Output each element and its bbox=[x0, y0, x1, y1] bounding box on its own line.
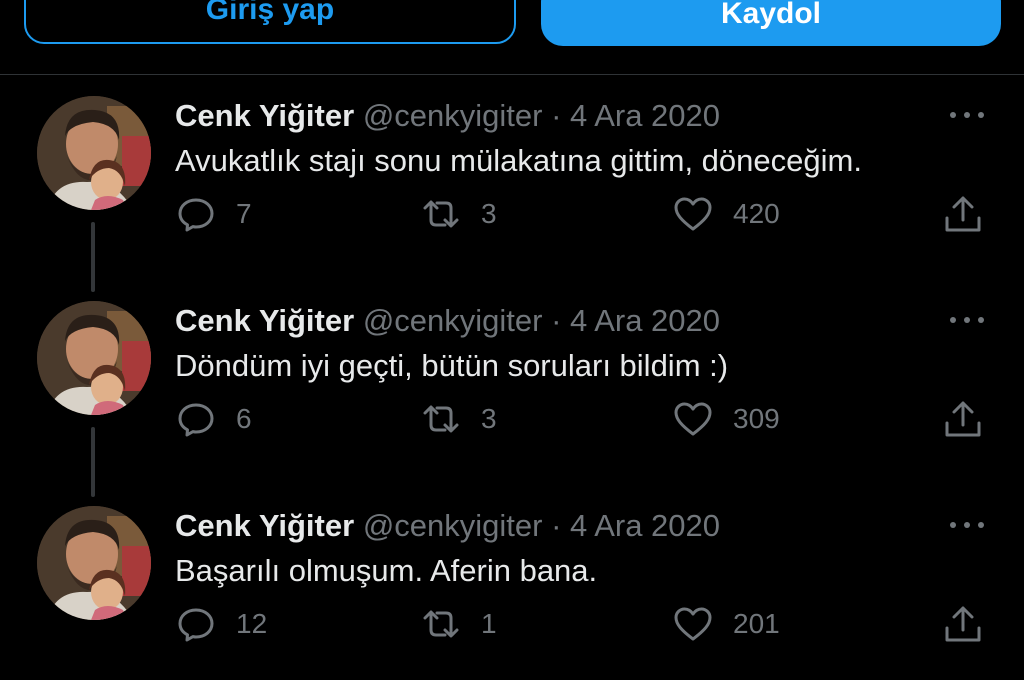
separator-dot: · bbox=[551, 303, 562, 338]
signup-button-label: Kaydol bbox=[720, 0, 822, 30]
tweet-date[interactable]: 4 Ara 2020 bbox=[570, 508, 720, 543]
like-count: 201 bbox=[733, 608, 780, 639]
avatar[interactable] bbox=[37, 301, 151, 415]
author-name[interactable]: Cenk Yiğiter bbox=[175, 98, 354, 133]
tweet-header: Cenk Yiğiter @cenkyigiter · 4 Ara 2020 bbox=[175, 301, 720, 341]
retweet-icon bbox=[421, 194, 461, 234]
tweet-header: Cenk Yiğiter @cenkyigiter · 4 Ara 2020 bbox=[175, 96, 720, 136]
reply-bubble-icon bbox=[176, 604, 216, 644]
more-horizontal-icon[interactable] bbox=[947, 514, 987, 534]
tweet-text: Başarılı olmuşum. Aferin bana. bbox=[175, 553, 598, 588]
retweet-count: 3 bbox=[481, 198, 497, 229]
share-upload-icon bbox=[943, 604, 983, 644]
reply-count: 6 bbox=[236, 403, 252, 434]
retweet-count: 3 bbox=[481, 403, 497, 434]
tweet-actions: 6 3 309 bbox=[0, 399, 1024, 439]
author-handle[interactable]: @cenkyigiter bbox=[363, 98, 543, 133]
heart-icon bbox=[673, 604, 713, 644]
heart-icon bbox=[673, 399, 713, 439]
tweet-thread-page: Giriş yap Kaydol Cenk Yiğiter @cenkyigit… bbox=[0, 0, 1024, 680]
reply-button[interactable]: 7 bbox=[176, 194, 252, 234]
reply-count: 7 bbox=[236, 198, 252, 229]
retweet-button[interactable]: 3 bbox=[421, 194, 497, 234]
share-button[interactable] bbox=[943, 604, 983, 644]
tweet[interactable]: Cenk Yiğiter @cenkyigiter · 4 Ara 2020 A… bbox=[0, 74, 1024, 292]
login-button-label: Giriş yap bbox=[205, 0, 335, 26]
like-button[interactable]: 420 bbox=[673, 194, 780, 234]
author-name[interactable]: Cenk Yiğiter bbox=[175, 303, 354, 338]
tweet-text: Döndüm iyi geçti, bütün soruları bildim … bbox=[175, 348, 729, 383]
reply-button[interactable]: 12 bbox=[176, 604, 267, 644]
tweet-text: Avukatlık stajı sonu mülakatına gittim, … bbox=[175, 143, 862, 178]
more-horizontal-icon[interactable] bbox=[947, 309, 987, 329]
retweet-icon bbox=[421, 399, 461, 439]
share-upload-icon bbox=[943, 194, 983, 234]
retweet-button[interactable]: 1 bbox=[421, 604, 497, 644]
like-button[interactable]: 201 bbox=[673, 604, 780, 644]
signup-button[interactable]: Kaydol bbox=[541, 0, 1001, 46]
tweet-date[interactable]: 4 Ara 2020 bbox=[570, 303, 720, 338]
separator-dot: · bbox=[551, 98, 562, 133]
tweet[interactable]: Cenk Yiğiter @cenkyigiter · 4 Ara 2020 B… bbox=[0, 484, 1024, 680]
like-count: 420 bbox=[733, 198, 780, 229]
like-button[interactable]: 309 bbox=[673, 399, 780, 439]
avatar[interactable] bbox=[37, 506, 151, 620]
author-handle[interactable]: @cenkyigiter bbox=[363, 303, 543, 338]
retweet-icon bbox=[421, 604, 461, 644]
author-name[interactable]: Cenk Yiğiter bbox=[175, 508, 354, 543]
author-handle[interactable]: @cenkyigiter bbox=[363, 508, 543, 543]
reply-bubble-icon bbox=[176, 399, 216, 439]
retweet-count: 1 bbox=[481, 608, 497, 639]
share-button[interactable] bbox=[943, 194, 983, 234]
tweet-header: Cenk Yiğiter @cenkyigiter · 4 Ara 2020 bbox=[175, 506, 720, 546]
reply-button[interactable]: 6 bbox=[176, 399, 252, 439]
like-count: 309 bbox=[733, 403, 780, 434]
login-button[interactable]: Giriş yap bbox=[24, 0, 516, 44]
reply-count: 12 bbox=[236, 608, 268, 639]
share-button[interactable] bbox=[943, 399, 983, 439]
reply-bubble-icon bbox=[176, 194, 216, 234]
tweet-date[interactable]: 4 Ara 2020 bbox=[570, 98, 720, 133]
more-horizontal-icon[interactable] bbox=[947, 104, 987, 124]
tweet-actions: 7 3 420 bbox=[0, 194, 1024, 234]
heart-icon bbox=[673, 194, 713, 234]
avatar[interactable] bbox=[37, 96, 151, 210]
tweet[interactable]: Cenk Yiğiter @cenkyigiter · 4 Ara 2020 D… bbox=[0, 279, 1024, 497]
separator-dot: · bbox=[551, 508, 562, 543]
auth-bar: Giriş yap Kaydol bbox=[0, 0, 1024, 75]
retweet-button[interactable]: 3 bbox=[421, 399, 497, 439]
share-upload-icon bbox=[943, 399, 983, 439]
tweet-actions: 12 1 201 bbox=[0, 604, 1024, 644]
